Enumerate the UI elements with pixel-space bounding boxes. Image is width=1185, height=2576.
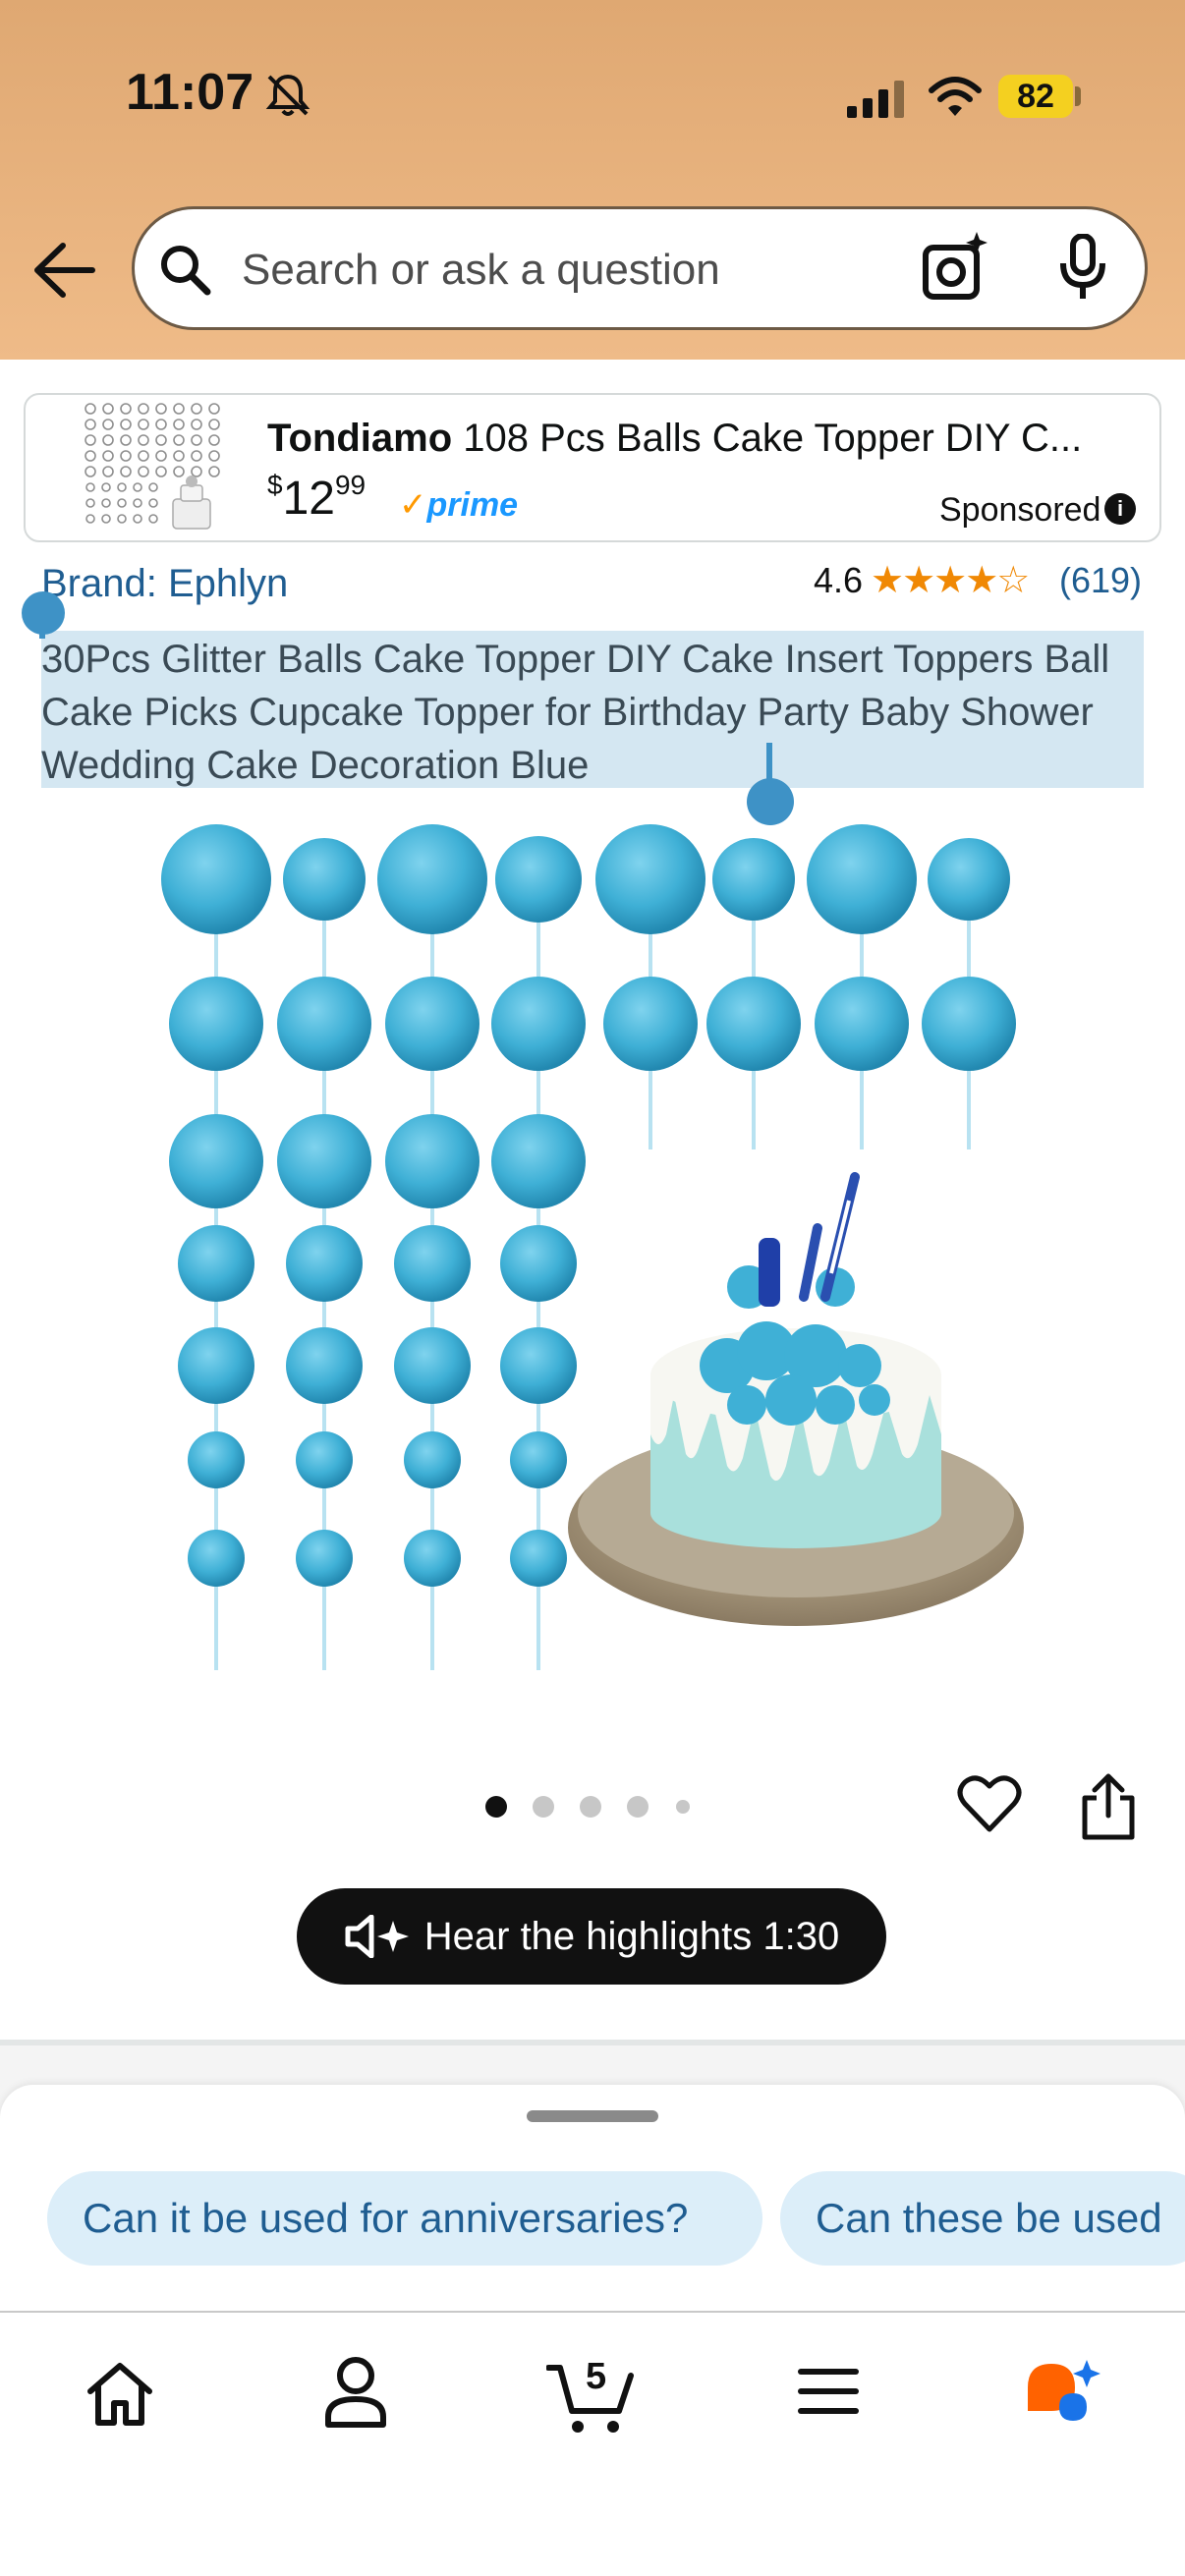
info-icon[interactable]: i [1104, 493, 1136, 525]
wifi-icon [929, 77, 982, 116]
sponsored-product-thumbnail [85, 403, 220, 530]
price-symbol: $ [267, 470, 283, 500]
bell-slash-icon [265, 74, 310, 116]
rating-count-link[interactable]: (619) [1059, 560, 1142, 601]
selection-start-handle[interactable] [22, 591, 69, 639]
question-chip[interactable]: Can it be used for anniversaries? [47, 2171, 762, 2266]
sponsored-title-text: 108 Pcs Balls Cake Topper DIY C... [463, 417, 1083, 460]
question-chip[interactable]: Can these be used [780, 2171, 1185, 2266]
product-image[interactable] [147, 806, 1051, 1690]
carousel-dot-active [485, 1796, 507, 1818]
signal-icon [847, 81, 904, 118]
cart-count-badge: 5 [586, 2356, 607, 2397]
prime-badge: ✓prime [399, 485, 518, 525]
image-carousel-dots[interactable] [485, 1792, 702, 1821]
prime-label: prime [426, 486, 519, 524]
product-title[interactable]: 30Pcs Glitter Balls Cake Topper DIY Cake… [41, 633, 1144, 792]
heart-icon[interactable] [957, 1772, 1022, 1833]
mic-icon[interactable] [1059, 234, 1106, 301]
carousel-dot [627, 1796, 649, 1818]
share-icon[interactable] [1081, 1772, 1136, 1841]
hear-highlights-button[interactable]: Hear the highlights 1:30 [297, 1888, 886, 1985]
back-arrow-icon[interactable] [29, 238, 98, 303]
battery-tip [1075, 86, 1081, 106]
hear-highlights-label: Hear the highlights 1:30 [423, 1914, 840, 1958]
sponsored-brand: Tondiamo [267, 417, 453, 460]
battery-indicator: 82 [998, 75, 1073, 118]
brand-link[interactable]: Brand: Ephlyn [41, 562, 288, 606]
menu-icon[interactable] [798, 2366, 859, 2417]
search-icon [161, 246, 211, 296]
search-input[interactable]: Search or ask a question [242, 246, 720, 295]
price-fraction: 99 [334, 470, 367, 500]
speaker-sparkle-icon [345, 1915, 409, 1958]
sheet-grabber-handle[interactable] [527, 2110, 658, 2122]
sponsored-label: Sponsored [939, 491, 1101, 529]
camera-icon[interactable] [922, 232, 988, 303]
home-icon[interactable] [85, 2360, 155, 2429]
account-icon[interactable] [324, 2356, 387, 2429]
price-whole: 12 [282, 473, 335, 525]
sponsored-price: $1299 [267, 470, 366, 526]
rufus-icon[interactable] [1022, 2358, 1102, 2436]
prime-check-icon: ✓ [399, 486, 427, 524]
rating-stars-icon[interactable]: ★★★★☆ [871, 558, 1030, 602]
status-time: 11:07 [126, 64, 254, 121]
sponsored-product-title[interactable]: Tondiamo 108 Pcs Balls Cake Topper DIY C… [267, 417, 1122, 461]
rating-value: 4.6 [814, 560, 864, 600]
carousel-dot [676, 1800, 690, 1814]
carousel-dot [580, 1796, 601, 1818]
carousel-dot [533, 1796, 554, 1818]
